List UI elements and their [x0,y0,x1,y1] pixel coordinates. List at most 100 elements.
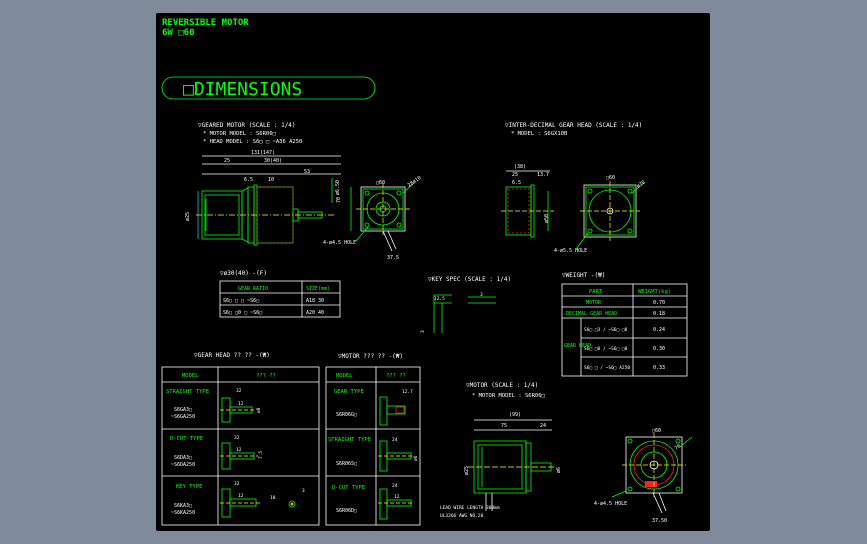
inter-dim-phi50: ø50 [544,214,550,223]
geared-motor-title: ▽GEARED MOTOR (SCALE : 1/4) [198,122,296,129]
weight-val-row-3: 0.24 [653,327,665,333]
motor-lead-wire: LEAD WIRE LENGTH 300mm [440,505,500,511]
gh-row1-dim-phi8: ø8 [256,407,262,413]
motor-dim-37-5: 37.50 [652,518,667,524]
mt-row2-dim-phi6: ø6 [413,455,419,461]
mt-row1-dim: 12.7 [402,389,413,395]
motor-dim-24: 24 [540,423,546,429]
gh-row2-model-a: S6DA3□ [174,455,192,461]
weight-part-row-4: S6□ □0 / ~S6□ □0 [584,346,628,352]
weight-kg-header: WEIGHT(kg) [638,289,671,295]
weight-val-row-4: 0.30 [653,346,665,352]
key-spec-dim-12-5: 12.5 [434,296,445,302]
size-row-2: A20 40 [306,310,324,316]
drawing-canvas: REVERSIBLE MOTOR 6W □60 □DIMENSIONS ▽GEA… [156,13,710,531]
geared-dim-53: 53 [304,169,310,175]
gh-row3-model-a: S6KA3□ [174,503,192,509]
motor-table: ▽MOTOR ??? ?? -(₩) MODEL ??? ?? GEAR TYP… [325,353,421,526]
mt-model-header: MODEL [336,373,353,379]
motor-dim-phi6: ø6 [556,467,562,473]
weight-part-row-3: S6□ □3 / ~S6□ □8 [584,327,628,333]
gear-head-table-title: ▽GEAR HEAD ?? ?? -(₩) [194,352,270,359]
gear-ratio-title: ▽ø30(40) -(₣) [220,270,267,277]
inter-dim-square60: □60 [606,175,615,181]
gh-row2-model-b: ~S6DA250 [171,462,195,468]
gh-row2-dim-7-5: 7.5 [258,451,264,459]
weight-table: ▽WEIGHT -(₩) PART WEIGHT(kg) MOTOR 0.70 … [561,272,688,377]
mt-dim-header: ??? ?? [386,373,406,379]
gear-ratio-row-1: S6□ □ □ ~S6□ [223,298,259,304]
inter-dim-13-7: 13.7 [537,172,549,178]
motor-section: ▽MOTOR (SCALE : 1/4) * MOTOR MODEL : S6R… [440,382,693,524]
size-row-1: A18 30 [306,298,324,304]
key-spec-dim-3a: 3 [480,292,483,298]
motor-title: ▽MOTOR (SCALE : 1/4) [466,382,538,389]
gh-model-header: MODEL [182,373,199,379]
gh-row1-model-a: S6GA3□ [174,407,192,413]
dimensions-title: □DIMENSIONS [183,79,302,100]
weight-title: ▽WEIGHT -(₩) [562,272,605,279]
mt-row1-model: S6R06G□ [336,412,357,418]
gear-head-table: ▽GEAR HEAD ?? ?? -(₩) MODEL ??? ?? STRAI… [161,352,320,526]
geared-motor-model: * MOTOR MODEL : S6R06□ [203,131,277,137]
geared-dim-25: 25 [224,158,230,164]
size-header: SIZE(mm) [306,286,330,292]
mt-row3-model: S6R06D□ [336,508,357,514]
gear-ratio-table: ▽ø30(40) -(₣) GEAR RATIO SIZE(mm) S6□ □ … [219,270,341,318]
gh-row3-dim-10: 10 [270,495,276,501]
gh-row3-dim-32: 32 [234,481,240,487]
weight-val-motor: 0.70 [653,300,665,306]
gh-row3-model-b: ~S6KA250 [171,510,195,516]
geared-dim-131: 131(147) [251,150,275,156]
mt-row3-type: D-CUT TYPE [332,485,365,491]
mt-row1-type: GEAR TYPE [334,389,364,395]
inter-dim-6-5: 6.5 [512,180,521,186]
gh-row1-dim-12: 12 [238,401,244,407]
geared-dim-30-40: 30(40) [264,158,282,164]
inter-dim-hole: 4-ø5.5 HOLE [554,248,587,254]
weight-part-motor: MOTOR [586,300,602,306]
gh-row2-type: D-CUT TYPE [170,436,203,442]
gh-row1-dim-32: 32 [236,388,242,394]
motor-dim-70: 70 [674,443,682,451]
cad-drawing: REVERSIBLE MOTOR 6W □60 □DIMENSIONS ▽GEA… [161,18,693,526]
key-spec-title: ▽KEY SPEC (SCALE : 1/4) [428,276,511,283]
geared-motor-section: ▽GEARED MOTOR (SCALE : 1/4) * MOTOR MODE… [185,122,422,261]
gh-row2-dim-32: 32 [234,435,240,441]
geared-head-model: * HEAD MODEL : S6□ □ ~A36 A250 [203,139,302,145]
geared-dim-28phi10: 28ø10 [407,175,423,189]
inter-decimal-title: ▽INTER-DECIMAL GEAR HEAD (SCALE : 1/4) [505,122,642,129]
motor-dim-phi25: ø25 [464,466,470,475]
motor-dim-hole: 4-ø4.5 HOLE [594,501,627,507]
geared-dim-hole: 4-ø4.5 HOLE [323,240,356,246]
gh-row3-dim-12: 12 [238,493,244,499]
drawing-title: REVERSIBLE MOTOR [162,18,249,28]
mt-row2-model: S6R06S□ [336,461,357,467]
gh-row1-type: STRAIGHT TYPE [166,389,209,395]
motor-dim-75: 75 [501,423,507,429]
gear-ratio-row-2: S6□ □0 □ ~S6□ [223,310,262,316]
weight-val-decimal: 0.18 [653,311,665,317]
gh-row3-dim-3: 3 [302,488,305,494]
motor-model: * MOTOR MODEL : S6R06□ [472,393,546,399]
geared-dim-square60: □60 [376,180,385,186]
geared-dim-10: 10 [268,177,274,183]
mt-row3-dim-12: 12 [394,494,400,500]
gh-row2-dim-12: 12 [236,447,242,453]
gh-row3-type: KEY TYPE [176,484,203,490]
motor-dim-square60: □60 [652,428,661,434]
inter-decimal-section: ▽INTER-DECIMAL GEAR HEAD (SCALE : 1/4) *… [501,122,647,254]
mt-row3-dim-24: 24 [392,483,398,489]
geared-dim-phi25: ø25 [185,212,191,221]
inter-decimal-model: * MODEL : S6GX10B [511,131,568,137]
geared-dim-70: 70 [336,197,342,203]
inter-dim-38: (38) [514,164,526,170]
mt-row2-type: STRAIGHT TYPE [328,437,371,443]
gear-ratio-header: GEAR RATIO [238,286,268,292]
motor-table-title: ▽MOTOR ??? ?? -(₩) [338,353,403,360]
weight-part-header: PART [589,289,603,295]
motor-dim-99: (99) [509,412,521,418]
key-spec-dim-3b: 3 [420,330,426,333]
weight-val-row-5: 0.33 [653,365,665,371]
inter-dim-25: 25 [512,172,518,178]
